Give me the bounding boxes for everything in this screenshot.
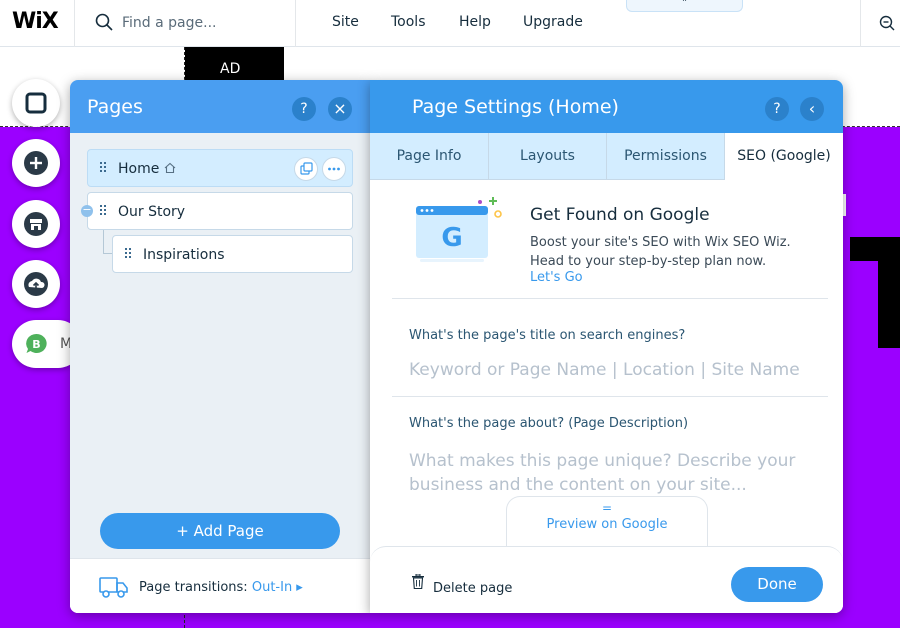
page-label: Our Story xyxy=(118,204,186,220)
page-label: Inspirations xyxy=(143,247,225,263)
chat-badge-letter: B xyxy=(32,338,40,351)
store-button[interactable] xyxy=(12,200,60,248)
search-input[interactable] xyxy=(122,12,282,34)
seo-description-label: What's the page about? (Page Description… xyxy=(409,416,689,431)
settings-help-button[interactable]: ? xyxy=(765,97,789,121)
upload-icon xyxy=(24,272,48,296)
seo-browser-illustration-icon: G xyxy=(416,197,502,262)
seo-promo-line: Head to your step-by-step plan now. xyxy=(530,254,767,269)
add-icon xyxy=(24,151,48,175)
add-page-button[interactable]: + Add Page xyxy=(100,513,340,549)
menu-help[interactable]: Help xyxy=(459,14,491,30)
tab-layouts[interactable]: Layouts xyxy=(489,133,607,180)
settings-back-button[interactable]: ‹ xyxy=(800,97,824,121)
section-divider xyxy=(392,298,828,299)
duplicate-icon xyxy=(300,162,313,175)
transition-truck-icon xyxy=(99,577,128,598)
more-icon xyxy=(328,167,340,171)
drag-handle-icon[interactable] xyxy=(125,248,133,260)
page-transitions-value[interactable]: Out-In ▸ xyxy=(252,580,303,595)
section-divider xyxy=(392,396,828,397)
seo-promo-line: Boost your site's SEO with Wix SEO Wiz. xyxy=(530,235,791,250)
topbar-divider xyxy=(860,0,861,47)
drag-handle-icon[interactable] xyxy=(100,205,108,217)
collapse-toolbar-tab[interactable]: ˄ xyxy=(626,0,743,12)
add-elements-button[interactable] xyxy=(12,139,60,187)
seo-description-input[interactable] xyxy=(409,449,809,499)
pages-menu-button[interactable] xyxy=(12,79,60,127)
delete-page-button[interactable]: Delete page xyxy=(433,581,512,596)
menu-upgrade[interactable]: Upgrade xyxy=(523,14,583,30)
page-settings-panel: Page Settings (Home) ? ‹ Page Info Layou… xyxy=(370,80,843,613)
page-item-inspirations[interactable]: Inspirations xyxy=(112,235,353,273)
pages-help-button[interactable]: ? xyxy=(292,97,316,121)
canvas-heading-glyph xyxy=(850,237,900,348)
page-item-home[interactable]: Home xyxy=(87,149,353,187)
pages-list xyxy=(70,133,370,503)
chat-icon: B xyxy=(26,333,47,353)
page-label: Home xyxy=(118,161,160,177)
settings-tabs: Page Info Layouts Permissions SEO (Googl… xyxy=(370,133,843,181)
duplicate-page-button[interactable] xyxy=(294,157,318,181)
menu-site[interactable]: Site xyxy=(332,14,359,30)
drag-handle-icon[interactable] xyxy=(100,162,108,174)
tab-seo-google[interactable]: SEO (Google) xyxy=(725,133,843,181)
topbar-divider xyxy=(295,0,296,47)
topbar-divider xyxy=(74,0,75,47)
page-settings-header: Page Settings (Home) ? ‹ xyxy=(370,80,843,133)
search-icon xyxy=(95,13,113,31)
seo-promo-title: Get Found on Google xyxy=(530,205,710,225)
page-more-actions-button[interactable] xyxy=(322,157,346,181)
preview-on-google-label: Preview on Google xyxy=(546,517,668,532)
seo-title-label: What's the page's title on search engine… xyxy=(409,328,686,343)
lets-go-link[interactable]: Let's Go xyxy=(530,270,583,285)
pages-panel-header: Pages ? × xyxy=(70,80,370,133)
pages-close-button[interactable]: × xyxy=(328,97,352,121)
page-transitions-text: Page transitions: xyxy=(139,580,248,595)
tab-page-info[interactable]: Page Info xyxy=(370,133,489,180)
pages-panel-title: Pages xyxy=(87,96,143,118)
seo-promo-text: Boost your site's SEO with Wix SEO Wiz. … xyxy=(530,233,820,271)
menu-tools[interactable]: Tools xyxy=(391,14,426,30)
home-icon xyxy=(164,162,176,174)
page-settings-title: Page Settings (Home) xyxy=(412,96,619,118)
collapse-subpages-toggle[interactable]: − xyxy=(81,204,93,217)
preview-drag-handle: = xyxy=(601,501,613,515)
page-transitions-label: Page transitions: Out-In ▸ xyxy=(139,580,303,595)
svg-text:G: G xyxy=(441,223,462,253)
page-item-our-story[interactable]: Our Story xyxy=(87,192,353,230)
trash-icon[interactable] xyxy=(412,574,424,589)
seo-title-input[interactable] xyxy=(409,357,809,383)
wix-logo[interactable]: WiX xyxy=(12,9,59,34)
tab-permissions[interactable]: Permissions xyxy=(607,133,725,180)
preview-on-google-tab[interactable]: = Preview on Google xyxy=(506,496,708,546)
top-bar: WiX Site Tools Help Upgrade ˄ xyxy=(0,0,900,47)
pages-menu-icon xyxy=(25,92,47,114)
done-button[interactable]: Done xyxy=(731,567,823,602)
zoom-out-icon[interactable] xyxy=(879,15,895,31)
upload-button[interactable] xyxy=(12,260,60,308)
store-icon xyxy=(24,212,48,236)
